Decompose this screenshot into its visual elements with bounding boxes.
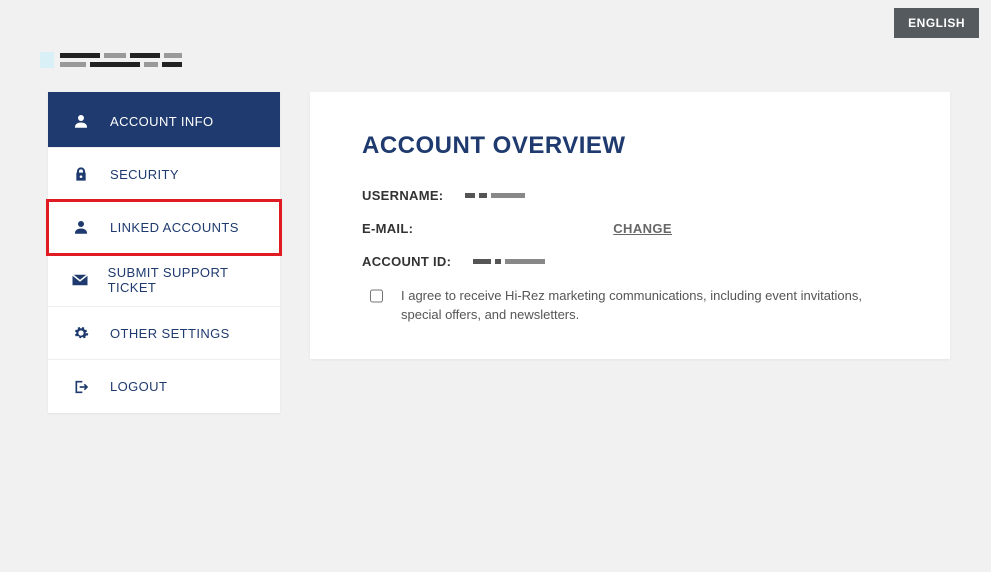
sidebar-item-label: LOGOUT	[110, 379, 167, 394]
sidebar-item-label: ACCOUNT INFO	[110, 114, 214, 129]
field-username: USERNAME:	[362, 188, 898, 203]
change-email-link[interactable]: CHANGE	[613, 221, 672, 236]
sidebar-item-account-info[interactable]: ACCOUNT INFO	[48, 95, 280, 148]
sidebar-item-security[interactable]: SECURITY	[48, 148, 280, 201]
accountid-value	[473, 259, 545, 264]
sidebar-item-logout[interactable]: LOGOUT	[48, 360, 280, 413]
sidebar: ACCOUNT INFO SECURITY LINKED ACCOUNTS SU…	[48, 92, 280, 413]
sidebar-item-label: OTHER SETTINGS	[110, 326, 230, 341]
person-icon	[70, 112, 92, 130]
account-overview-panel: ACCOUNT OVERVIEW USERNAME: E-MAIL: CHANG…	[310, 92, 950, 359]
accountid-label: ACCOUNT ID:	[362, 254, 451, 269]
username-label: USERNAME:	[362, 188, 443, 203]
person-icon	[70, 218, 92, 236]
language-button[interactable]: ENGLISH	[894, 8, 979, 38]
sidebar-item-label: SECURITY	[110, 167, 179, 182]
marketing-consent-text: I agree to receive Hi-Rez marketing comm…	[401, 287, 898, 325]
field-account-id: ACCOUNT ID:	[362, 254, 898, 269]
gear-icon	[70, 325, 92, 341]
logout-icon	[70, 379, 92, 395]
field-email: E-MAIL: CHANGE	[362, 221, 672, 236]
panel-title: ACCOUNT OVERVIEW	[362, 132, 898, 160]
brand-logo	[40, 50, 220, 70]
sidebar-item-linked-accounts[interactable]: LINKED ACCOUNTS	[48, 201, 280, 254]
mail-icon	[70, 273, 90, 287]
username-value	[465, 193, 525, 198]
lock-icon	[70, 166, 92, 182]
marketing-consent-checkbox[interactable]	[370, 289, 383, 303]
marketing-consent: I agree to receive Hi-Rez marketing comm…	[362, 287, 898, 325]
sidebar-item-label: LINKED ACCOUNTS	[110, 220, 239, 235]
sidebar-item-label: SUBMIT SUPPORT TICKET	[108, 265, 262, 295]
email-label: E-MAIL:	[362, 221, 413, 236]
sidebar-item-support-ticket[interactable]: SUBMIT SUPPORT TICKET	[48, 254, 280, 307]
sidebar-item-other-settings[interactable]: OTHER SETTINGS	[48, 307, 280, 360]
